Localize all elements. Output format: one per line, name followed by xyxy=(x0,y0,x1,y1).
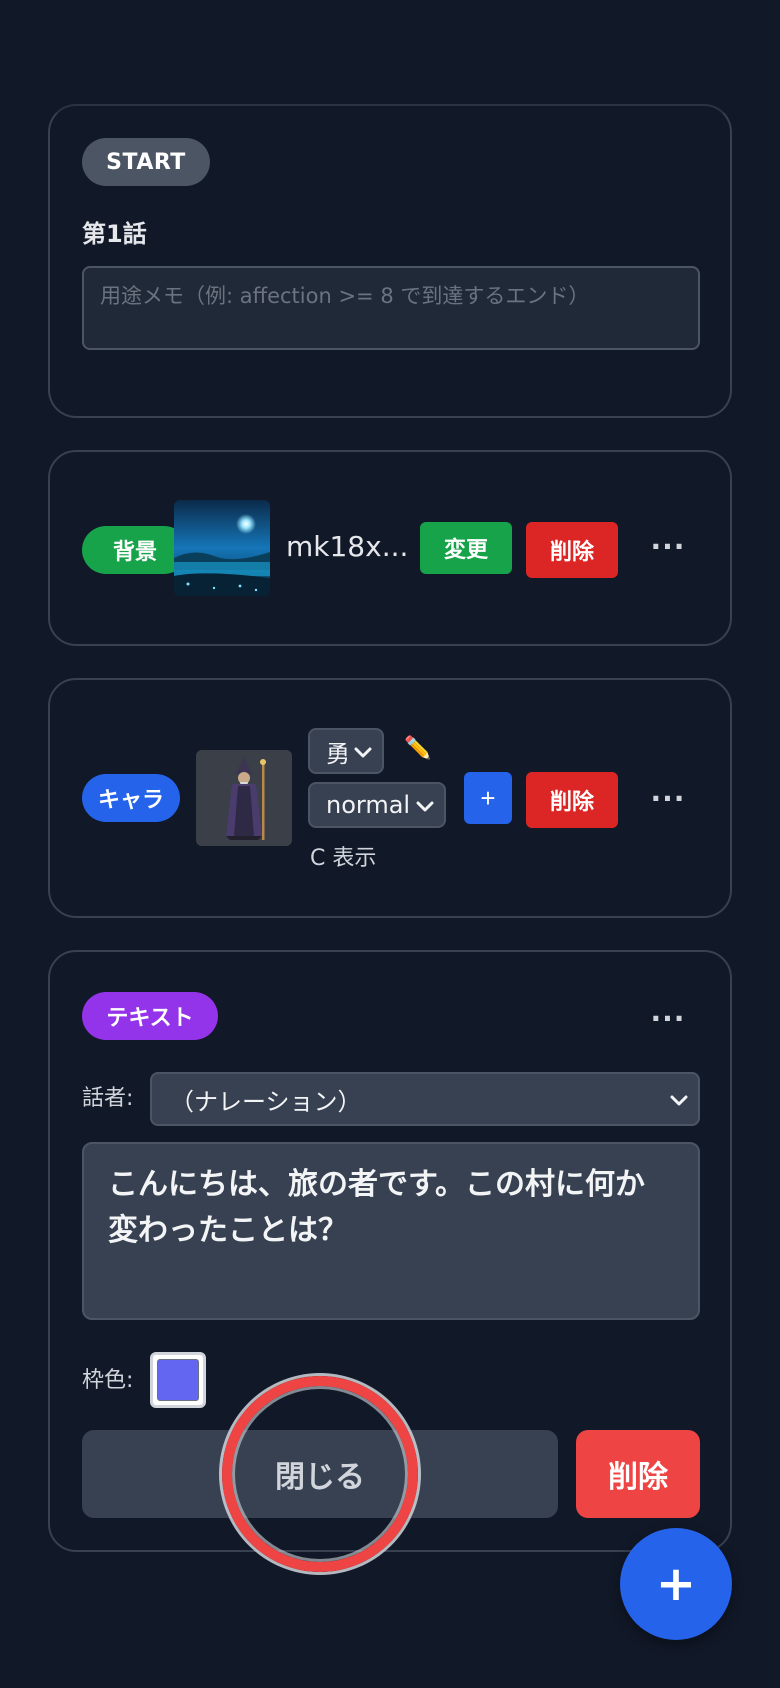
start-card: START 第1話 xyxy=(48,104,732,418)
episode-title: 第1話 xyxy=(82,220,147,248)
chevron-down-icon xyxy=(354,737,372,765)
delete-character-button[interactable]: 削除 xyxy=(526,772,618,828)
chevron-down-icon xyxy=(670,1085,688,1113)
character-name-value: 勇 xyxy=(326,739,350,768)
start-badge: START xyxy=(82,138,210,186)
more-options-icon[interactable]: ··· xyxy=(648,782,688,815)
delete-text-button[interactable]: 削除 xyxy=(576,1430,700,1518)
text-card: テキスト ··· 話者: （ナレーション） こんにちは、旅の者です。この村に何か… xyxy=(48,950,732,1552)
add-block-button[interactable]: + xyxy=(620,1528,732,1640)
chevron-down-icon xyxy=(416,791,434,819)
character-card: キャラ 勇 ✏️ normal + 削除 ··· C 表示 xyxy=(48,678,732,918)
change-background-button[interactable]: 変更 xyxy=(420,522,512,574)
more-options-icon[interactable]: ··· xyxy=(648,530,688,563)
speaker-select[interactable]: （ナレーション） xyxy=(150,1072,700,1126)
background-badge: 背景 xyxy=(82,526,188,574)
character-badge: キャラ xyxy=(82,774,180,822)
background-filename: mk18x... xyxy=(286,530,409,563)
expression-select[interactable]: normal xyxy=(308,782,446,828)
character-name-select[interactable]: 勇 xyxy=(308,728,384,774)
editor-page: START 第1話 背景 xyxy=(0,0,780,1688)
background-thumbnail xyxy=(174,500,270,596)
pencil-icon[interactable]: ✏️ xyxy=(404,736,431,761)
dialogue-textarea[interactable]: こんにちは、旅の者です。この村に何か変わったことは？ xyxy=(82,1142,700,1320)
frame-color-swatch xyxy=(157,1359,199,1401)
delete-background-button[interactable]: 削除 xyxy=(526,522,618,578)
speaker-label: 話者: xyxy=(82,1086,134,1111)
background-card: 背景 mk18x... 変更 削除 ··· xyxy=(48,450,732,646)
expression-value: normal xyxy=(326,791,411,819)
frame-color-picker[interactable] xyxy=(150,1352,206,1408)
frame-color-label: 枠色: xyxy=(82,1368,134,1393)
character-thumbnail xyxy=(196,750,292,846)
speaker-value: （ナレーション） xyxy=(170,1087,362,1116)
close-button[interactable]: 閉じる xyxy=(82,1430,558,1518)
add-expression-button[interactable]: + xyxy=(464,772,512,824)
more-options-icon[interactable]: ··· xyxy=(648,1002,688,1035)
memo-input[interactable] xyxy=(82,266,700,350)
text-badge: テキスト xyxy=(82,992,218,1040)
character-position-label: C 表示 xyxy=(310,846,377,871)
